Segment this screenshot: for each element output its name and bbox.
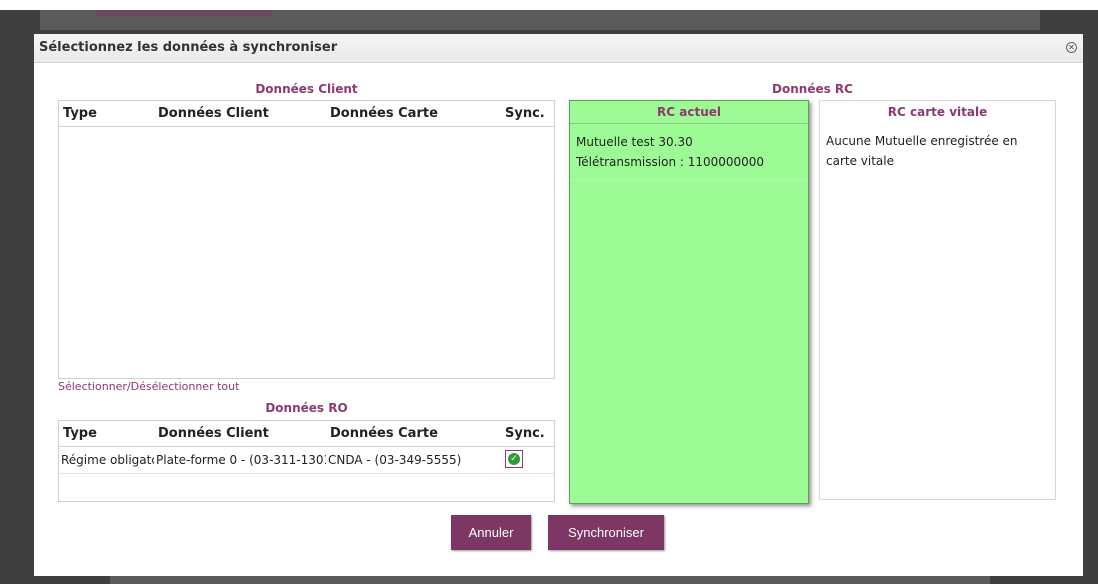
column-header-client[interactable]: Données Client xyxy=(154,101,326,127)
rc-vitale-panel[interactable]: RC carte vitale Aucune Mutuelle enregist… xyxy=(819,100,1056,500)
table-row: Régime obligatoire Plate-forme 0 - (03-3… xyxy=(59,446,554,474)
ro-table-panel: Type Données Client Données Carte Sync. … xyxy=(58,420,555,502)
ro-cell-client: Plate-forme 0 - (03-311-1301) xyxy=(154,446,326,474)
ro-cell-sync: ✓ xyxy=(501,446,554,474)
ro-cell-type: Régime obligatoire xyxy=(59,446,154,474)
select-all-link[interactable]: Sélectionner/Désélectionner tout xyxy=(58,380,239,393)
rc-section-title: Données RC xyxy=(772,82,853,96)
cancel-button[interactable]: Annuler xyxy=(451,515,531,550)
column-header-sync[interactable]: Sync. xyxy=(501,421,554,447)
sync-checkbox[interactable]: ✓ xyxy=(505,449,523,468)
rc-current-teletransmission: Télétransmission : 1100000000 xyxy=(576,155,765,169)
close-icon[interactable]: ✕ xyxy=(1066,42,1077,53)
ro-table: Type Données Client Données Carte Sync. … xyxy=(59,421,554,474)
rc-current-panel[interactable]: RC actuel Mutuelle test 30.30 Télétransm… xyxy=(569,100,809,504)
column-header-carte[interactable]: Données Carte xyxy=(326,421,501,447)
sync-dialog: Sélectionnez les données à synchroniser … xyxy=(34,34,1083,576)
rc-current-mutuelle: Mutuelle test 30.30 xyxy=(576,135,693,149)
rc-vitale-title: RC carte vitale xyxy=(887,105,988,119)
dialog-title: Sélectionnez les données à synchroniser xyxy=(39,40,338,55)
column-header-sync[interactable]: Sync. xyxy=(501,101,554,127)
dialog-header: Sélectionnez les données à synchroniser … xyxy=(34,34,1083,63)
column-header-client[interactable]: Données Client xyxy=(154,421,326,447)
check-icon: ✓ xyxy=(508,452,520,465)
client-table-panel: Type Données Client Données Carte Sync. xyxy=(58,100,555,379)
column-header-type[interactable]: Type xyxy=(59,421,154,447)
client-table-header: Type Données Client Données Carte Sync. xyxy=(59,101,554,127)
client-section-title: Données Client xyxy=(255,82,358,96)
client-table: Type Données Client Données Carte Sync. xyxy=(59,101,554,127)
column-header-type[interactable]: Type xyxy=(59,101,154,127)
rc-current-title: RC actuel xyxy=(570,101,808,124)
ro-table-header: Type Données Client Données Carte Sync. xyxy=(59,421,554,447)
rc-current-body: Mutuelle test 30.30 Télétransmission : 1… xyxy=(570,124,808,181)
rc-vitale-body: Aucune Mutuelle enregistrée en carte vit… xyxy=(826,134,1018,168)
ro-section-title: Données RO xyxy=(265,401,348,415)
synchronize-button[interactable]: Synchroniser xyxy=(548,515,664,550)
ro-cell-carte: CNDA - (03-349-5555) xyxy=(326,446,501,474)
column-header-carte[interactable]: Données Carte xyxy=(326,101,501,127)
app-backdrop-tab xyxy=(96,10,272,16)
